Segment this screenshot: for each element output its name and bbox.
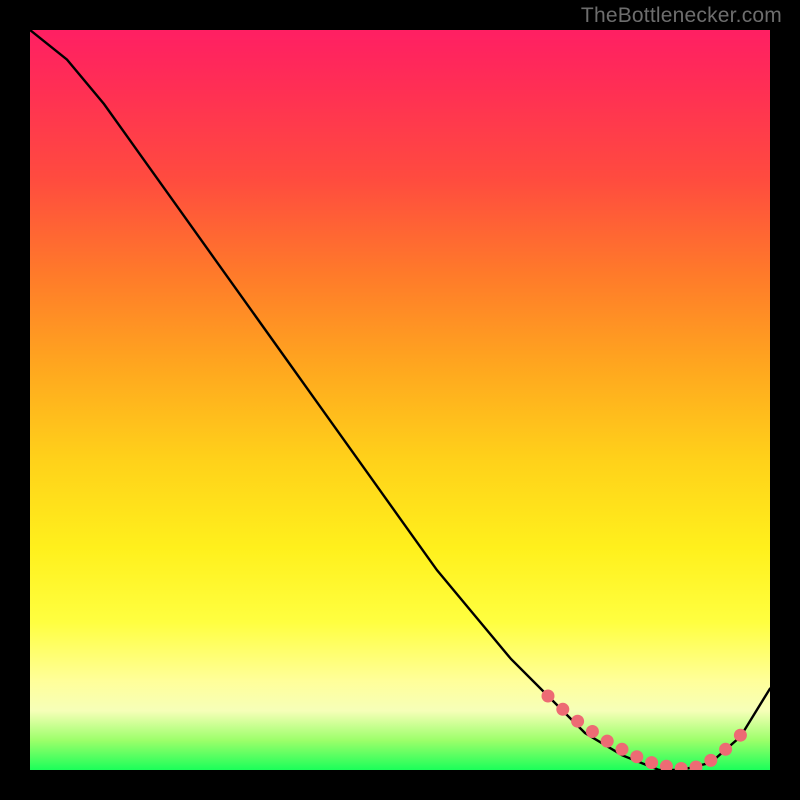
marker-dot [719, 743, 732, 756]
marker-dot [704, 754, 717, 767]
watermark-text: TheBottlenecker.com [581, 4, 782, 28]
chart-frame: TheBottlenecker.com [0, 0, 800, 800]
marker-dot [660, 760, 673, 770]
marker-dot [690, 761, 703, 771]
marker-dot [630, 750, 643, 763]
bottleneck-curve-path [30, 30, 770, 770]
gradient-panel [30, 30, 770, 770]
marker-dot [556, 703, 569, 716]
marker-dot [675, 762, 688, 770]
marker-dot [542, 690, 555, 703]
marker-group [542, 690, 747, 771]
marker-dot [616, 743, 629, 756]
marker-dot [571, 715, 584, 728]
marker-dot [601, 735, 614, 748]
marker-dot [734, 729, 747, 742]
bottleneck-curve-svg [30, 30, 770, 770]
marker-dot [586, 725, 599, 738]
marker-dot [645, 756, 658, 769]
